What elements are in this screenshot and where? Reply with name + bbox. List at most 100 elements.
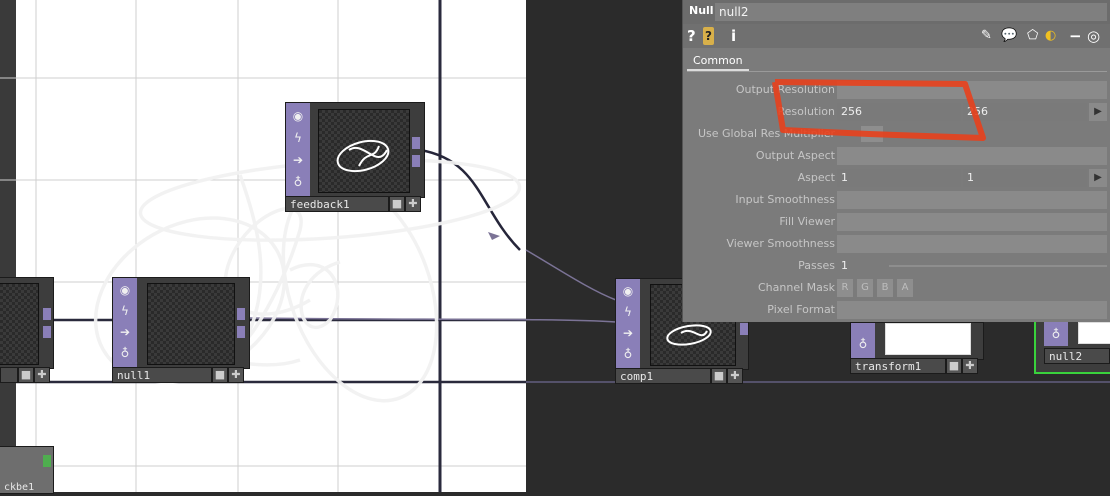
bypass-icon[interactable]: ϟ bbox=[116, 302, 134, 320]
node-transform1[interactable]: ♁ transform1 ■ ✚ bbox=[850, 322, 984, 376]
param-label: Viewer Smoothness bbox=[726, 237, 835, 250]
node-name[interactable]: comp1 bbox=[615, 368, 711, 384]
lock-icon[interactable]: ♁ bbox=[619, 345, 637, 363]
param-label: Channel Mask bbox=[758, 281, 835, 294]
output-aspect-menu[interactable] bbox=[837, 147, 1107, 165]
node-feedback1[interactable]: ◉ ϟ ➔ ♁ feedback1 ■ ✚ bbox=[285, 102, 425, 214]
lock-icon[interactable]: ♁ bbox=[116, 344, 134, 362]
param-resolution[interactable]: Resolution 256 256 ▶ bbox=[683, 103, 1110, 121]
input-smoothness-menu[interactable] bbox=[837, 191, 1107, 209]
channel-b-toggle[interactable]: B bbox=[877, 279, 893, 297]
param-use-global-res-multiplier[interactable]: Use Global Res Multiplier bbox=[683, 125, 1110, 143]
resolution-width-field[interactable]: 256 bbox=[837, 103, 961, 121]
node-flag-button[interactable]: ■ bbox=[389, 196, 405, 212]
node-side-strip: ♁ bbox=[851, 323, 875, 359]
param-label: Use Global Res Multiplier bbox=[697, 127, 835, 140]
node-thumbnail bbox=[1078, 322, 1110, 344]
node-name[interactable]: null2 bbox=[1044, 348, 1110, 364]
network-editor[interactable]: ◉ ϟ ➔ ♁ feedback1 ■ ✚ ◉ ϟ ➔ ♁ null1 ■ ✚ … bbox=[0, 0, 1110, 494]
tab-divider bbox=[687, 71, 1107, 72]
node-flag-button[interactable]: ■ bbox=[212, 367, 228, 383]
viewer-icon[interactable]: ◉ bbox=[289, 107, 307, 125]
python-icon[interactable]: ◐ bbox=[1045, 27, 1056, 45]
node-flag-button[interactable]: ■ bbox=[711, 368, 727, 384]
bypass-icon[interactable]: ϟ bbox=[619, 303, 637, 321]
aspect-x-field[interactable]: 1 bbox=[837, 169, 961, 187]
bypass-icon[interactable]: ϟ bbox=[289, 129, 307, 147]
channel-a-toggle[interactable]: A bbox=[897, 279, 913, 297]
help-icon[interactable]: ? bbox=[687, 27, 696, 45]
resolution-height-field[interactable]: 256 bbox=[963, 103, 1087, 121]
expand-arrow-icon[interactable]: ▶ bbox=[1089, 103, 1107, 121]
node-name[interactable]: feedback1 bbox=[285, 196, 389, 212]
clone-icon[interactable]: ⬠ bbox=[1027, 27, 1038, 45]
output-connector[interactable] bbox=[237, 326, 245, 338]
node-null1[interactable]: ◉ ϟ ➔ ♁ null1 ■ ✚ bbox=[112, 277, 250, 385]
param-channel-mask[interactable]: Channel Mask R G B A bbox=[683, 279, 1110, 297]
viewer-icon[interactable]: ◉ bbox=[619, 282, 637, 300]
arrow-icon[interactable]: ➔ bbox=[116, 323, 134, 341]
arrow-icon[interactable]: ➔ bbox=[619, 324, 637, 342]
output-connector[interactable] bbox=[43, 308, 51, 320]
param-output-resolution[interactable]: Output Resolution bbox=[683, 81, 1110, 99]
target-icon[interactable]: ◎ bbox=[1087, 27, 1100, 45]
channel-g-toggle[interactable]: G bbox=[857, 279, 873, 297]
comment-icon[interactable]: 💬 bbox=[1001, 27, 1017, 45]
output-connector[interactable] bbox=[412, 137, 420, 149]
param-fill-viewer[interactable]: Fill Viewer bbox=[683, 213, 1110, 231]
node-name[interactable]: ckbe1 bbox=[0, 480, 52, 496]
node-offscreen-left[interactable]: ■ ✚ bbox=[0, 277, 54, 385]
viewer-smoothness-menu[interactable] bbox=[837, 235, 1107, 253]
node-add-button[interactable]: ✚ bbox=[727, 368, 743, 384]
output-connector[interactable] bbox=[43, 455, 51, 467]
node-add-button[interactable]: ✚ bbox=[962, 358, 978, 374]
arrow-icon[interactable]: ➔ bbox=[289, 151, 307, 169]
fill-viewer-menu[interactable] bbox=[837, 213, 1107, 231]
node-add-button[interactable]: ✚ bbox=[228, 367, 244, 383]
param-viewer-smoothness[interactable]: Viewer Smoothness bbox=[683, 235, 1110, 253]
lock-icon[interactable]: ♁ bbox=[854, 335, 872, 353]
expand-arrow-icon[interactable]: ▶ bbox=[1089, 169, 1107, 187]
param-aspect[interactable]: Aspect 1 1 ▶ bbox=[683, 169, 1110, 187]
node-null2[interactable]: ♁ null2 bbox=[1034, 322, 1110, 376]
viewer-icon[interactable]: ◉ bbox=[116, 281, 134, 299]
node-name[interactable] bbox=[0, 367, 18, 383]
info-lock-icon[interactable]: ? bbox=[703, 27, 714, 45]
node-name-field[interactable]: null2 bbox=[715, 3, 1107, 21]
wire-arrow bbox=[488, 232, 500, 240]
output-connector[interactable] bbox=[237, 308, 245, 320]
edit-icon[interactable]: ✎ bbox=[981, 27, 992, 45]
node-bottom-left[interactable]: ckbe1 bbox=[0, 446, 54, 494]
param-output-aspect[interactable]: Output Aspect bbox=[683, 147, 1110, 165]
output-connector[interactable] bbox=[412, 155, 420, 167]
node-thumbnail bbox=[318, 109, 410, 193]
wire-to-comp1-a bbox=[525, 249, 617, 301]
node-flag-button[interactable]: ■ bbox=[946, 358, 962, 374]
param-passes[interactable]: Passes 1 bbox=[683, 257, 1110, 275]
tab-common[interactable]: Common bbox=[687, 52, 749, 71]
passes-slider[interactable] bbox=[889, 265, 1107, 267]
channel-r-toggle[interactable]: R bbox=[837, 279, 853, 297]
param-label: Passes bbox=[798, 259, 835, 272]
info-icon[interactable]: i bbox=[731, 27, 736, 45]
lock-icon[interactable]: ♁ bbox=[1047, 325, 1065, 343]
node-add-button[interactable]: ✚ bbox=[405, 196, 421, 212]
lock-icon[interactable]: ♁ bbox=[289, 173, 307, 191]
node-add-button[interactable]: ✚ bbox=[34, 367, 50, 383]
node-name[interactable]: null1 bbox=[112, 367, 212, 383]
node-name[interactable]: transform1 bbox=[850, 358, 946, 374]
passes-field[interactable]: 1 bbox=[837, 257, 885, 275]
param-pixel-format[interactable]: Pixel Format bbox=[683, 301, 1110, 319]
output-connector[interactable] bbox=[43, 326, 51, 338]
node-thumbnail bbox=[147, 283, 235, 365]
minimize-icon[interactable]: − bbox=[1069, 27, 1082, 45]
pixel-format-menu[interactable] bbox=[837, 301, 1107, 319]
param-input-smoothness[interactable]: Input Smoothness bbox=[683, 191, 1110, 209]
operator-type-label: Null bbox=[689, 4, 714, 17]
node-flag-button[interactable]: ■ bbox=[18, 367, 34, 383]
output-resolution-menu[interactable] bbox=[837, 81, 1107, 99]
parameter-panel[interactable]: Null null2 ? ? i ✎ 💬 ⬠ ◐ − ◎ Common Outp… bbox=[682, 0, 1110, 322]
aspect-y-field[interactable]: 1 bbox=[963, 169, 1087, 187]
global-res-toggle[interactable] bbox=[861, 126, 883, 142]
output-connector[interactable] bbox=[740, 323, 748, 335]
